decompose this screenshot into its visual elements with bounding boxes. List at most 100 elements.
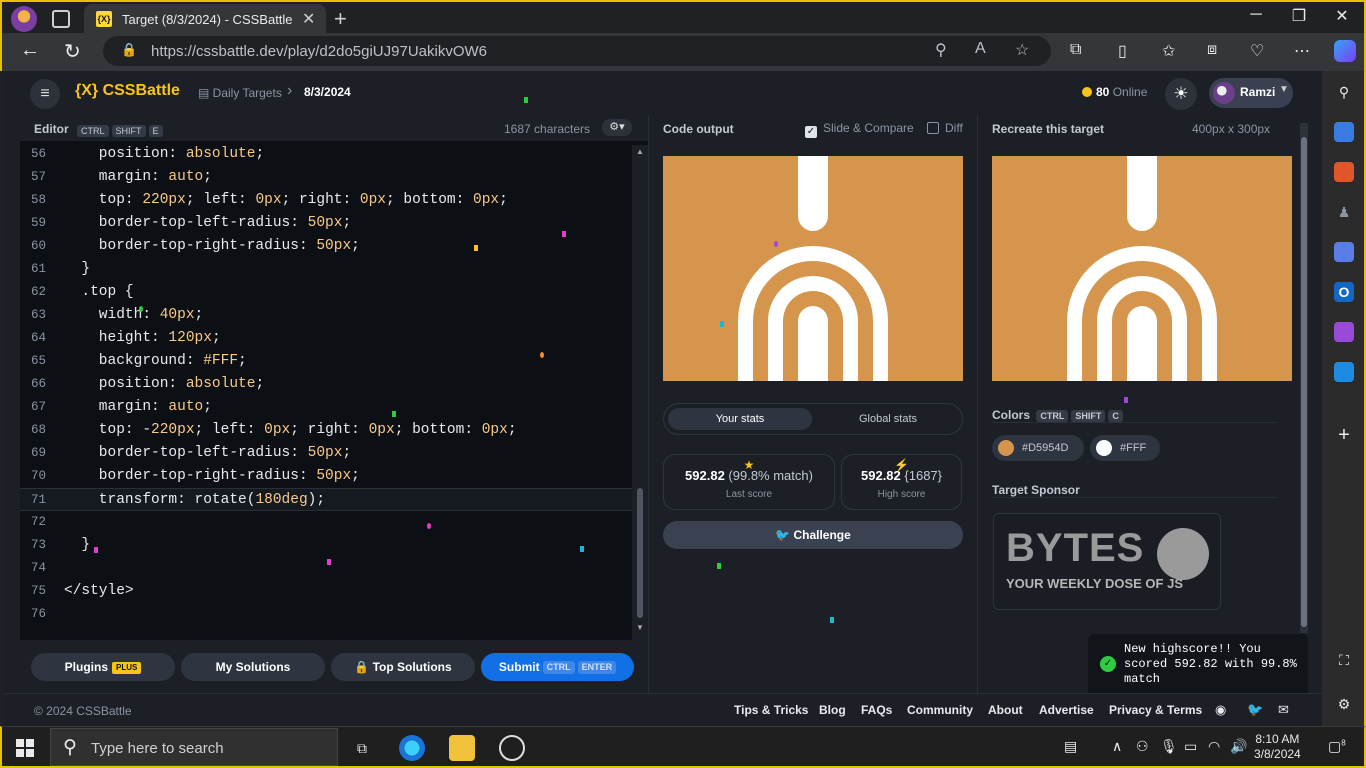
submit-button[interactable]: Submit CTRL ENTER — [481, 653, 634, 681]
tab-actions-icon[interactable] — [52, 10, 70, 28]
restore-icon[interactable]: ❐ — [1279, 6, 1319, 26]
tools-briefcase-icon[interactable] — [1334, 162, 1354, 182]
read-aloud-icon[interactable]: A — [975, 40, 986, 58]
settings-gear-icon[interactable]: ⚙ — [1334, 694, 1354, 714]
meet-now-icon[interactable]: ⚇ — [1136, 738, 1149, 755]
color-swatch-primary[interactable]: #D5954D — [992, 435, 1084, 461]
menu-icon[interactable]: ≡ — [30, 79, 60, 109]
outlook-icon[interactable]: O — [1334, 282, 1354, 302]
performance-icon[interactable]: ♡ — [1250, 41, 1264, 61]
code-line[interactable]: 62 .top { — [20, 281, 632, 304]
task-view-icon[interactable]: ⧉ — [349, 735, 375, 761]
copilot-icon[interactable] — [1334, 40, 1356, 62]
code-line[interactable]: 74 — [20, 557, 632, 580]
editor-settings-gear-icon[interactable]: ⚙▾ — [602, 119, 632, 136]
code-line[interactable]: 64 height: 120px; — [20, 327, 632, 350]
code-line[interactable]: 63 width: 40px; — [20, 304, 632, 327]
output-canvas[interactable] — [663, 156, 963, 381]
sponsor-banner[interactable]: BYTES YOUR WEEKLY DOSE OF JS — [993, 513, 1221, 610]
designer-icon[interactable] — [1334, 322, 1354, 342]
chevron-up-icon[interactable]: ∧ — [1112, 738, 1122, 755]
send-icon[interactable] — [1334, 362, 1354, 382]
code-line[interactable]: 75 </style> — [20, 580, 632, 603]
code-line[interactable]: 76 — [20, 603, 632, 626]
browser-tab-active[interactable]: {X} Target (8/3/2024) - CSSBattle ✕ — [84, 4, 326, 35]
app-icon[interactable] — [499, 735, 525, 761]
collections-icon[interactable]: ⧈ — [1207, 41, 1217, 59]
copilot-hex-icon[interactable] — [1334, 242, 1354, 262]
battery-icon[interactable]: ▭ — [1184, 738, 1197, 755]
breadcrumb-daily-targets[interactable]: ▤ Daily Targets — [198, 86, 282, 100]
screenshot-icon[interactable]: ⛶ — [1334, 650, 1354, 670]
wifi-icon[interactable]: ◠ — [1208, 738, 1220, 755]
code-line[interactable]: 67 margin: auto; — [20, 396, 632, 419]
address-bar[interactable]: 🔒 https://cssbattle.dev/play/d2do5giUJ97… — [103, 36, 1051, 66]
back-icon[interactable]: ← — [20, 39, 40, 62]
code-line[interactable]: 61 } — [20, 258, 632, 281]
target-image[interactable] — [992, 156, 1292, 381]
diff-checkbox[interactable]: Diff — [927, 121, 963, 135]
edge-browser-icon[interactable] — [399, 735, 425, 761]
discord-icon[interactable]: ◉ — [1215, 702, 1226, 718]
code-area[interactable]: 56 position: absolute; 57 margin: auto; 58… — [20, 141, 632, 640]
close-window-icon[interactable]: ✕ — [1322, 6, 1362, 26]
code-line[interactable]: 70 border-top-right-radius: 50px; — [20, 465, 632, 488]
footer-link-tips[interactable]: Tips & Tricks — [734, 703, 808, 717]
new-tab-icon[interactable]: + — [334, 6, 347, 32]
profile-avatar[interactable] — [11, 6, 37, 32]
file-explorer-icon[interactable] — [449, 735, 475, 761]
top-solutions-button[interactable]: 🔒 Top Solutions — [331, 653, 475, 681]
editor-scrollbar[interactable]: ▲ ▼ — [632, 145, 648, 640]
minimize-icon[interactable]: ─ — [1236, 6, 1276, 24]
microphone-icon[interactable]: 🎙 — [1160, 738, 1178, 755]
windows-start-icon[interactable] — [16, 739, 34, 757]
footer-link-about[interactable]: About — [988, 703, 1023, 717]
mail-icon[interactable]: ✉ — [1278, 702, 1289, 718]
clock[interactable]: 8:10 AM 3/8/2024 — [1254, 732, 1301, 762]
cssbattle-logo[interactable]: {X} CSSBattle — [75, 82, 180, 100]
add-icon[interactable]: + — [1334, 425, 1354, 445]
theme-toggle-sun-icon[interactable]: ☀ — [1165, 78, 1197, 110]
lock-icon[interactable]: 🔒 — [121, 42, 137, 58]
plugins-button[interactable]: Plugins PLUS — [31, 653, 175, 681]
code-line[interactable]: 68 top: -220px; left: 0px; right: 0px; b… — [20, 419, 632, 442]
favorite-star-icon[interactable]: ☆ — [1015, 40, 1029, 60]
taskbar-search[interactable]: ⚲ Type here to search — [50, 728, 338, 766]
extensions-icon[interactable]: ⧉ — [1070, 41, 1081, 59]
scrollbar-thumb[interactable] — [1301, 137, 1307, 627]
refresh-icon[interactable]: ↻ — [64, 39, 81, 64]
footer-link-faqs[interactable]: FAQs — [861, 703, 892, 717]
user-menu[interactable]: Ramzi ▼ — [1209, 78, 1293, 108]
code-line[interactable]: 72 — [20, 511, 632, 534]
code-line[interactable]: 69 border-top-left-radius: 50px; — [20, 442, 632, 465]
code-line[interactable]: 60 border-top-right-radius: 50px; — [20, 235, 632, 258]
challenge-button[interactable]: 🐦 Challenge — [663, 521, 963, 549]
zoom-icon[interactable]: ⚲ — [935, 40, 947, 60]
close-tab-icon[interactable]: ✕ — [302, 9, 315, 29]
footer-link-community[interactable]: Community — [907, 703, 973, 717]
scrollbar-thumb[interactable] — [637, 488, 643, 618]
code-line[interactable]: 58 top: 220px; left: 0px; right: 0px; bo… — [20, 189, 632, 212]
twitter-icon[interactable]: 🐦 — [1247, 702, 1263, 718]
scroll-down-icon[interactable]: ▼ — [636, 623, 644, 632]
target-scrollbar[interactable] — [1300, 123, 1308, 633]
search-icon[interactable]: ⚲ — [1334, 82, 1354, 102]
code-line[interactable]: 66 position: absolute; — [20, 373, 632, 396]
slide-compare-checkbox[interactable]: ✓ Slide & Compare — [805, 121, 914, 138]
footer-link-privacy[interactable]: Privacy & Terms — [1109, 703, 1202, 717]
shopping-tag-icon[interactable] — [1334, 122, 1354, 142]
split-screen-icon[interactable]: ▯ — [1118, 41, 1127, 61]
code-line[interactable]: 59 border-top-left-radius: 50px; — [20, 212, 632, 235]
scroll-up-icon[interactable]: ▲ — [636, 147, 644, 156]
code-line[interactable]: 56 position: absolute; — [20, 143, 632, 166]
favorites-icon[interactable]: ✩ — [1162, 41, 1175, 61]
color-swatch-white[interactable]: #FFF — [1090, 435, 1160, 461]
footer-link-blog[interactable]: Blog — [819, 703, 846, 717]
footer-link-advertise[interactable]: Advertise — [1039, 703, 1094, 717]
tab-your-stats[interactable]: Your stats — [668, 408, 812, 430]
my-solutions-button[interactable]: My Solutions — [181, 653, 325, 681]
people-icon[interactable]: ♟ — [1334, 202, 1354, 222]
tab-global-stats[interactable]: Global stats — [816, 408, 960, 430]
code-line[interactable]: 71 transform: rotate(180deg); — [20, 488, 632, 511]
volume-icon[interactable]: 🔊 — [1230, 738, 1247, 755]
